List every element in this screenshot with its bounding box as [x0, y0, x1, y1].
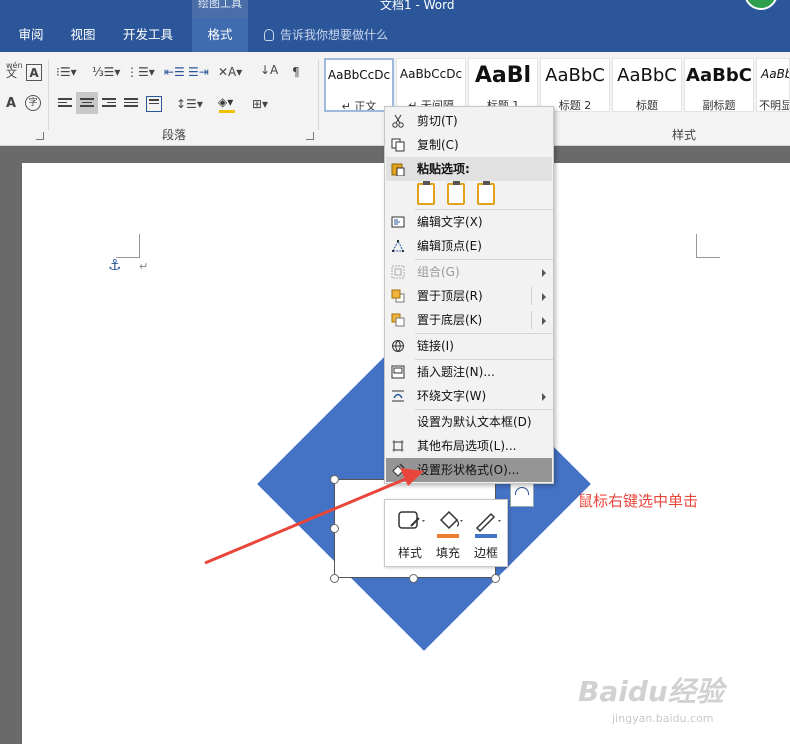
watermark-logo: Baidu经验 — [578, 675, 724, 708]
watermark-url: jingyan.baidu.com — [612, 712, 714, 725]
annotation-arrow — [204, 468, 424, 565]
annotation-text: 鼠标右键选中单击 — [578, 492, 699, 510]
